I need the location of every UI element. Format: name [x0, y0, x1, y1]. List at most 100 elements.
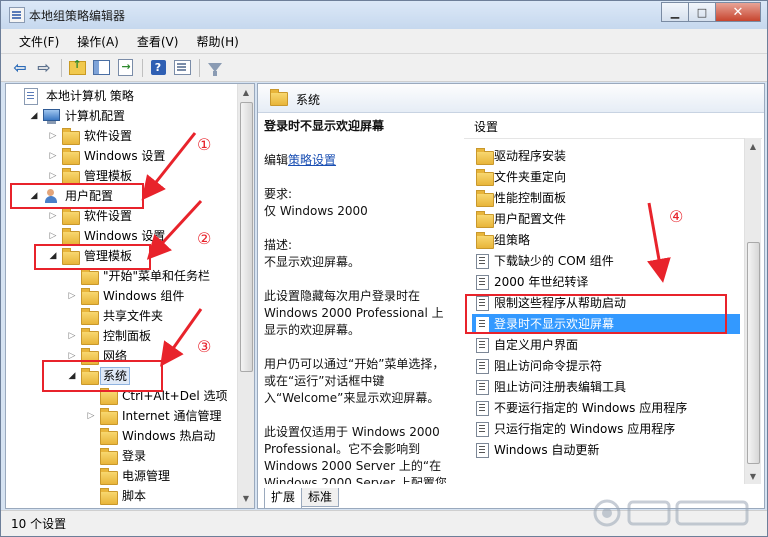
collapsed-triangle-icon[interactable]: ▷: [48, 206, 58, 226]
header-divider: [464, 138, 762, 139]
setting-label: 2000 年世纪转译: [494, 275, 589, 289]
scroll-up-icon[interactable]: ▲: [745, 138, 761, 154]
back-button[interactable]: ⇦: [9, 57, 31, 79]
setting-item[interactable]: 不要运行指定的 Windows 应用程序: [472, 398, 740, 418]
setting-item[interactable]: 阻止访问注册表编辑工具: [472, 377, 740, 397]
settings-folder-item[interactable]: 用户配置文件: [472, 209, 740, 229]
folder-up-icon: [68, 58, 86, 75]
extended-description: 登录时不显示欢迎屏幕 编辑策略设置 要求: 仅 Windows 2000 描述:…: [264, 118, 452, 484]
folder-icon: [81, 328, 99, 345]
tree-item-label: 计算机配置: [65, 109, 126, 123]
tree-item-label: 软件设置: [84, 129, 133, 143]
folder-icon: [62, 208, 80, 225]
tree-item-label: 软件设置: [84, 209, 133, 223]
tree-scrollbar[interactable]: ▲ ▼: [237, 84, 254, 508]
folder-icon: [62, 128, 80, 145]
tree-item-label: 电源管理: [122, 469, 171, 483]
tree-item-label: 本地计算机 策略: [46, 89, 134, 103]
filter-button[interactable]: [204, 57, 226, 79]
settings-folder-item[interactable]: 文件夹重定向: [472, 167, 740, 187]
collapsed-triangle-icon[interactable]: ▷: [86, 406, 96, 426]
tree-scroll-thumb[interactable]: [240, 102, 253, 372]
help-button[interactable]: ?: [147, 57, 169, 79]
collapsed-triangle-icon[interactable]: ▷: [67, 286, 77, 306]
collapsed-triangle-icon[interactable]: ▷: [67, 326, 77, 346]
tree-item-label: 控制面板: [103, 329, 152, 343]
doc-icon: [24, 88, 38, 105]
settings-folder-item[interactable]: 性能控制面板: [472, 188, 740, 208]
maximize-button[interactable]: □: [688, 2, 716, 22]
policy-editor-icon: [9, 7, 25, 23]
tab-standard[interactable]: 标准: [301, 488, 340, 507]
menu-help[interactable]: 帮助(H): [188, 31, 246, 52]
folder-icon: [476, 190, 494, 207]
tree-item-label: 登录: [122, 449, 147, 463]
menu-action[interactable]: 操作(A): [69, 31, 127, 52]
up-level-button[interactable]: [66, 57, 88, 79]
collapsed-triangle-icon[interactable]: ▷: [48, 226, 58, 246]
collapsed-triangle-icon[interactable]: ▷: [48, 146, 58, 166]
tree-item[interactable]: 脚本: [86, 486, 232, 506]
requirements-value: 仅 Windows 2000: [264, 204, 368, 218]
scroll-down-icon[interactable]: ▼: [745, 468, 761, 484]
status-text: 10 个设置: [11, 517, 67, 531]
policy-setting-icon: [476, 401, 489, 416]
annotation-box-system: [42, 360, 163, 392]
setting-label: 文件夹重定向: [494, 170, 567, 184]
menu-view[interactable]: 查看(V): [129, 31, 187, 52]
tree-item[interactable]: ▷ Internet 通信管理: [86, 406, 232, 426]
folder-icon: [100, 408, 118, 425]
menu-bar: 文件(F) 操作(A) 查看(V) 帮助(H): [1, 29, 767, 54]
properties-button[interactable]: [171, 57, 193, 79]
settings-column-header[interactable]: 设置: [474, 118, 498, 135]
settings-scroll-thumb[interactable]: [747, 242, 760, 464]
settings-folder-item[interactable]: 驱动程序安装: [472, 146, 740, 166]
expanded-triangle-icon[interactable]: ◢: [29, 106, 39, 126]
folder-icon: [476, 169, 494, 186]
filter-icon: [208, 63, 222, 76]
tree-item[interactable]: 电源管理: [86, 466, 232, 486]
setting-item[interactable]: 只运行指定的 Windows 应用程序: [472, 419, 740, 439]
folder-icon: [62, 148, 80, 165]
folder-icon: [270, 89, 288, 106]
show-hide-tree-button[interactable]: [90, 57, 112, 79]
console-tree[interactable]: 本地计算机 策略 ◢ 计算机配置 ▷ 软件设置 ▷ Windows 设置 ▷ 管理模板 ◢ 用户配置…: [5, 83, 255, 509]
tree-item[interactable]: 登录: [86, 446, 232, 466]
annotation-box-user-config: [10, 183, 144, 209]
settings-scrollbar[interactable]: ▲ ▼: [744, 138, 761, 484]
edit-prefix: 编辑: [264, 153, 289, 167]
scroll-down-icon[interactable]: ▼: [238, 490, 254, 506]
scroll-up-icon[interactable]: ▲: [238, 84, 254, 100]
details-header: 系统: [258, 84, 764, 113]
forward-button[interactable]: ⇨: [33, 57, 55, 79]
setting-item[interactable]: 自定义用户界面: [472, 335, 740, 355]
tree-item[interactable]: 共享文件夹: [67, 306, 232, 326]
setting-item[interactable]: 2000 年世纪转译: [472, 272, 740, 292]
folder-icon: [100, 388, 118, 405]
window-controls: ▁ □ ✕: [661, 2, 761, 22]
setting-item[interactable]: 阻止访问命令提示符: [472, 356, 740, 376]
annotation-box-setting: [465, 294, 727, 334]
requirements-label: 要求:: [264, 187, 293, 201]
tree-item[interactable]: Windows 热启动: [86, 426, 232, 446]
collapsed-triangle-icon[interactable]: ▷: [48, 126, 58, 146]
setting-item[interactable]: 下载缺少的 COM 组件: [472, 251, 740, 271]
tree-item[interactable]: 本地计算机 策略: [10, 86, 232, 106]
export-list-button[interactable]: [114, 57, 136, 79]
policy-setting-icon: [476, 422, 489, 437]
menu-file[interactable]: 文件(F): [11, 31, 67, 52]
tree-item-label: Windows 设置: [84, 149, 166, 163]
setting-item[interactable]: Windows 自动更新: [472, 440, 740, 460]
edit-policy-line: 编辑策略设置: [264, 152, 452, 169]
tree-item[interactable]: ▷ 软件设置: [48, 206, 232, 226]
tab-extended[interactable]: 扩展: [264, 488, 303, 508]
tree-item[interactable]: ◢ 计算机配置: [29, 106, 232, 126]
tree-item[interactable]: ▷ Windows 组件: [67, 286, 232, 306]
close-button[interactable]: ✕: [715, 2, 761, 22]
edit-policy-link[interactable]: 策略设置: [288, 153, 336, 167]
tree-item-label: Windows 组件: [103, 289, 185, 303]
folder-icon: [476, 211, 494, 228]
settings-folder-item[interactable]: 组策略: [472, 230, 740, 250]
title-bar[interactable]: 本地组策略编辑器 ▁ □ ✕: [1, 1, 767, 29]
minimize-button[interactable]: ▁: [661, 2, 689, 22]
